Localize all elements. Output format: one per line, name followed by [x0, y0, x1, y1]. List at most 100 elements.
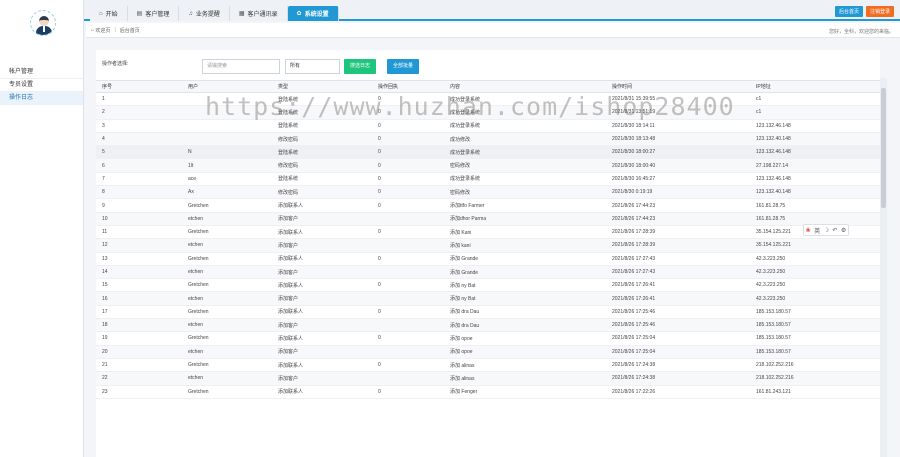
table-cell: 添加 kani — [444, 238, 606, 253]
table-cell: 密码修改 — [444, 158, 606, 173]
table-cell: 0 — [372, 252, 444, 266]
table-cell: 成功修改 — [444, 132, 606, 147]
table-cell: 42.3.223.250 — [750, 291, 880, 306]
scrollbar[interactable] — [880, 78, 887, 457]
table-cell: etchen — [182, 212, 272, 226]
table-cell: 23 — [96, 385, 182, 399]
table-row[interactable]: 15 Gretchen 添加联系人 0 添加 ny Bat 2021/8/26 17:26… — [96, 278, 880, 293]
table-cell: 成功登录系统 — [444, 172, 606, 187]
logout-button[interactable]: 注销登录 — [865, 6, 894, 17]
table-cell: 17 — [96, 305, 182, 320]
table-row[interactable]: 21 Gretchen 添加联系人 0 添加 alinas 2021/8/26 17:24… — [96, 358, 880, 373]
table-cell: 添加 dra Dau — [444, 305, 606, 320]
breadcrumb-home[interactable]: 欢迎页 — [95, 27, 110, 34]
table-cell: 218.102.252.216 — [750, 371, 880, 386]
table-cell: 14 — [96, 265, 182, 280]
floating-toolbar: ❀ 英 ☽ ↶ ⚙ — [803, 224, 849, 236]
table-cell: 添加联系人 — [272, 385, 372, 399]
column-header[interactable]: 操作回执 — [372, 80, 444, 93]
search-button[interactable]: 搜选日志 — [344, 59, 377, 74]
table-cell: 添加客户 — [272, 345, 372, 359]
table-cell: 登陆系统 — [272, 145, 372, 160]
table-row[interactable]: 8 Ax 修改密码 0 密码修改 2021/8/30 0:19:19 123.132.40.… — [96, 185, 880, 200]
table-row[interactable]: 23 Gretchen 添加联系人 0 添加 Fenger 2021/8/26 17:22… — [96, 385, 880, 399]
sidebar-item-2[interactable]: 操作日志 — [0, 92, 83, 105]
table-cell: 21 — [96, 358, 182, 373]
gear-icon[interactable]: ⚙ — [841, 227, 846, 234]
table-cell: 添加 Grande — [444, 252, 606, 266]
table-cell: 0 — [372, 225, 444, 240]
table-cell: etchen — [182, 238, 272, 253]
type-select[interactable]: 所有 — [285, 59, 340, 74]
table-cell: 22 — [96, 371, 182, 386]
contacts-icon: ▦ — [238, 11, 245, 17]
column-header[interactable]: 内容 — [444, 80, 606, 93]
table-cell: 添加客户 — [272, 238, 372, 253]
table-cell: Gretchen — [182, 305, 272, 320]
tab-0[interactable]: ⌂ 开始 — [90, 6, 128, 21]
column-header[interactable]: 类型 — [272, 80, 372, 93]
table-row[interactable]: 7 ace 登陆系统 0 成功登录系统 2021/8/30 16:45:27 123.132… — [96, 172, 880, 187]
table-row[interactable]: 14 etchen 添加客户 添加 Grande 2021/8/26 17:27:43 4… — [96, 265, 880, 280]
tab-2[interactable]: ♫ 业务提醒 — [179, 6, 230, 21]
table-cell: 10 — [96, 212, 182, 226]
table-row[interactable]: 6 1lt 修改密码 0 密码修改 2021/8/30 18:00:40 27.198.22… — [96, 158, 880, 173]
sidebar-item-1[interactable]: 专员设置 — [0, 79, 83, 92]
table-cell: 2021/8/26 17:28:39 — [606, 238, 750, 253]
language-icon[interactable]: 英 — [814, 226, 820, 235]
gear-icon: ✿ — [296, 11, 302, 17]
table-row[interactable]: 17 Gretchen 添加联系人 0 添加 dra Dau 2021/8/26 17:2… — [96, 305, 880, 320]
table-row[interactable]: 3 登陆系统 0 成功登录系统 2021/8/30 18:14:11 123.132.46… — [96, 119, 880, 133]
table-cell: 123.132.40.148 — [750, 132, 880, 147]
table-cell: 2021/8/30 16:45:27 — [606, 172, 750, 187]
table-row[interactable]: 22 etchen 添加客户 添加 alinas 2021/8/26 17:24:38 2… — [96, 371, 880, 386]
table-cell: 11 — [96, 225, 182, 240]
tab-label: 客户管理 — [145, 12, 170, 18]
undo-icon[interactable]: ↶ — [832, 227, 837, 234]
column-header[interactable]: IP地址 — [750, 80, 880, 93]
table-cell: Gretchen — [182, 225, 272, 240]
table-row[interactable]: 11 Gretchen 添加联系人 0 添加 Kani 2021/8/26 17:28:3… — [96, 225, 880, 240]
table-cell: Ax — [182, 185, 272, 200]
delete-all-button[interactable]: 全部批量 — [387, 59, 420, 74]
home-icon: ⌂ — [99, 10, 103, 17]
table-cell: 2021/8/26 17:25:04 — [606, 345, 750, 359]
table-cell: 2021/8/26 17:44:23 — [606, 212, 750, 226]
table-cell: 185.153.180.57 — [750, 331, 880, 346]
table-cell: 0 — [372, 198, 444, 213]
table-row[interactable]: 5 N 登陆系统 0 成功登录系统 2021/8/30 18:00:27 123.132.4… — [96, 145, 880, 160]
table-cell: 添加 Fenger — [444, 385, 606, 399]
table-cell: 2 — [96, 105, 182, 120]
table-row[interactable]: 19 Gretchen 添加联系人 0 添加 opoe 2021/8/26 17:25:0… — [96, 331, 880, 346]
table-row[interactable]: 16 etchen 添加客户 添加 ny Bat 2021/8/26 17:26:41 4… — [96, 291, 880, 306]
table-cell: etchen — [182, 265, 272, 280]
table-cell: 2021/8/30 18:13:48 — [606, 132, 750, 147]
table-cell: 123.132.46.148 — [750, 145, 880, 160]
tab-1[interactable]: ▤ 客户管理 — [127, 6, 180, 21]
table-row[interactable]: 13 Gretchen 添加联系人 0 添加 Grande 2021/8/26 17:27… — [96, 252, 880, 266]
column-header[interactable]: 操作时间 — [606, 80, 750, 93]
table-cell: 2021/8/30 18:00:40 — [606, 158, 750, 173]
table-cell: 2021/8/26 17:25:04 — [606, 331, 750, 346]
table-row[interactable]: 10 etchen 添加客户 添加dhor Parma 2021/8/26 17:44:… — [96, 212, 880, 226]
tab-4[interactable]: ✿ 系统设置 — [287, 6, 339, 21]
column-header[interactable]: 用户 — [182, 80, 272, 93]
tab-3[interactable]: ▦ 客户通讯录 — [229, 6, 288, 21]
home-button[interactable]: 后台首页 — [834, 6, 863, 17]
table-cell — [372, 238, 444, 253]
sidebar-item-0[interactable]: 帐户管理 — [0, 66, 83, 79]
keyword-input[interactable]: 请输搜索 — [202, 59, 280, 74]
table-row[interactable]: 18 etchen 添加客户 添加 dra Dau 2021/8/26 17:25:46… — [96, 318, 880, 333]
table-row[interactable]: 20 etchen 添加客户 添加 opoe 2021/8/26 17:25:04 185… — [96, 345, 880, 359]
moon-icon[interactable]: ☽ — [824, 227, 829, 234]
table-cell: 12 — [96, 238, 182, 253]
table-row[interactable]: 4 修改密码 0 成功修改 2021/8/30 18:13:48 123.132.40.1… — [96, 132, 880, 147]
table-row[interactable]: 9 Gretchen 添加联系人 0 添加ttfo Farmer 2021/8/26 17… — [96, 198, 880, 213]
table-cell: 123.132.46.148 — [750, 172, 880, 187]
table-cell: 添加dhor Parma — [444, 212, 606, 226]
table-cell: 13 — [96, 252, 182, 266]
table-row[interactable]: 12 etchen 添加客户 添加 kani 2021/8/26 17:28:39 35.… — [96, 238, 880, 253]
logo-icon[interactable]: ❀ — [806, 227, 811, 234]
table-cell: 2021/8/26 17:26:41 — [606, 291, 750, 306]
column-header[interactable]: 序号 — [96, 80, 182, 93]
